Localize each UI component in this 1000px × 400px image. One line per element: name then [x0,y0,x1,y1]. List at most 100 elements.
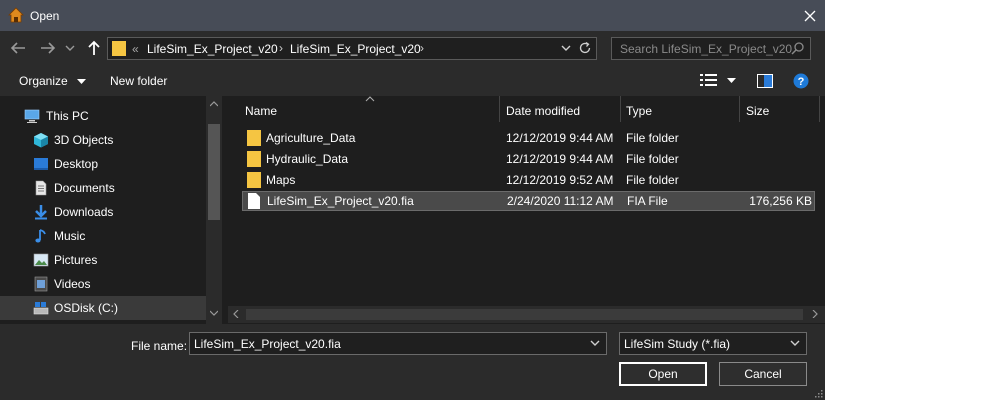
sidebar-item-label: Music [54,229,86,243]
chevron-down-icon [790,340,800,346]
table-row[interactable]: Hydraulic_Data 12/12/2019 9:44 AM File f… [242,149,815,169]
sidebar-item-desktop[interactable]: Desktop [0,152,206,176]
column-header-type[interactable]: Type [621,96,739,124]
breadcrumb-item[interactable]: LifeSim_Ex_Project_v20 [147,42,278,56]
up-button[interactable] [84,39,104,57]
column-header-label: Type [626,104,653,118]
sidebar-item-label: Downloads [54,205,114,219]
sidebar-item-downloads[interactable]: Downloads [0,200,206,224]
file-name: Hydraulic_Data [266,152,349,166]
file-type-filter[interactable]: LifeSim Study (*.fia) [619,332,807,355]
sidebar-item-osdisk[interactable]: OSDisk (C:) [0,296,206,320]
file-name-label: File name: [131,339,188,353]
file-list: Name Date modified Type Size Agriculture… [228,96,825,324]
help-icon[interactable]: ? [793,73,809,89]
file-type: File folder [626,152,679,166]
column-divider[interactable] [819,96,820,122]
organize-label: Organize [19,74,68,88]
file-type: FIA File [627,194,668,208]
command-bar: Organize New folder ? [0,66,825,96]
chevron-down-icon[interactable] [589,337,601,349]
navigation-pane: This PC 3D Objects Desktop Documents Dow… [0,96,222,324]
arrow-right-icon [41,42,56,54]
sidebar-item-pictures[interactable]: Pictures [0,248,206,272]
table-row[interactable]: Maps 12/12/2019 9:52 AM File folder [242,170,815,190]
open-dialog: Open « LifeSim_Ex_Project_v20 › LifeSim_… [0,0,825,400]
sidebar-item-label: Documents [54,181,115,195]
close-icon [804,10,816,21]
new-folder-button[interactable]: New folder [110,74,167,88]
documents-icon [35,180,47,196]
app-icon [8,7,24,23]
column-header-size[interactable]: Size [740,96,820,124]
close-button[interactable] [795,0,825,31]
file-name: Agriculture_Data [266,131,356,145]
resize-grip-icon[interactable] [813,388,823,398]
sidebar-item-label: Desktop [54,157,99,171]
column-header-label: Name [245,104,278,118]
window-title: Open [30,9,60,23]
breadcrumb-item[interactable]: LifeSim_Ex_Project_v20 [290,42,421,56]
column-header-name[interactable]: Name [228,96,499,124]
main-content: This PC 3D Objects Desktop Documents Dow… [0,96,825,324]
file-icon [248,193,260,209]
3d-objects-icon [34,133,48,148]
view-options-button[interactable] [700,73,740,89]
scroll-right-icon[interactable] [812,310,818,318]
organize-button[interactable]: Organize [19,74,87,88]
file-size: 176,256 KB [749,194,812,208]
chevron-down-icon[interactable] [560,42,572,54]
refresh-icon[interactable] [578,41,592,55]
file-name-field[interactable]: LifeSim_Ex_Project_v20.fia [189,332,607,355]
breadcrumb-chevron-icon[interactable]: › [420,41,424,55]
pc-icon [24,109,40,123]
scroll-left-icon[interactable] [233,310,239,318]
cancel-button[interactable]: Cancel [719,362,807,386]
back-button[interactable] [8,39,28,57]
dropdown-triangle-icon [77,78,87,84]
folder-icon [247,151,261,167]
search-placeholder: Search LifeSim_Ex_Project_v20 [620,42,793,56]
breadcrumb-overflow[interactable]: « [132,42,139,56]
scrollbar-thumb[interactable] [208,124,220,220]
dialog-footer: File name: LifeSim_Ex_Project_v20.fia Li… [0,324,825,400]
sidebar-item-documents[interactable]: Documents [0,176,206,200]
forward-button[interactable] [38,39,58,57]
recent-locations-button[interactable] [63,39,77,57]
open-button[interactable]: Open [619,362,707,386]
scroll-up-icon[interactable] [210,101,218,107]
scrollbar-track[interactable] [246,309,803,320]
column-header-label: Date modified [506,104,581,118]
sidebar-item-label: Pictures [54,253,98,267]
table-row-selected[interactable]: LifeSim_Ex_Project_v20.fia 2/24/2020 11:… [242,191,815,211]
horizontal-scrollbar[interactable] [228,306,825,323]
preview-pane-icon[interactable] [757,74,773,88]
table-row[interactable]: Agriculture_Data 12/12/2019 9:44 AM File… [242,128,815,148]
file-date: 2/24/2020 11:12 AM [507,194,614,208]
file-name: Maps [266,173,296,187]
navigation-scrollbar[interactable] [206,96,222,324]
breadcrumb-chevron-icon[interactable]: › [279,41,283,55]
sidebar-item-label: Videos [54,277,91,291]
file-name: LifeSim_Ex_Project_v20.fia [267,194,414,208]
sidebar-item-videos[interactable]: Videos [0,272,206,296]
folder-icon [112,41,126,56]
file-name-value: LifeSim_Ex_Project_v20.fia [194,337,341,351]
file-date: 12/12/2019 9:44 AM [506,152,614,166]
search-input[interactable]: Search LifeSim_Ex_Project_v20 [611,37,811,60]
address-bar[interactable]: « LifeSim_Ex_Project_v20 › LifeSim_Ex_Pr… [107,37,597,60]
sidebar-item-label: OSDisk (C:) [54,301,118,315]
scroll-down-icon[interactable] [210,310,218,316]
sidebar-item-label: 3D Objects [54,133,114,147]
drive-icon [33,302,49,315]
file-type: File folder [626,131,679,145]
search-icon [791,42,804,55]
details-view-icon [700,74,717,86]
arrow-left-icon [10,42,25,54]
sidebar-item-this-pc[interactable]: This PC [0,104,206,128]
sidebar-item-3d-objects[interactable]: 3D Objects [0,128,206,152]
column-header-date[interactable]: Date modified [500,96,620,124]
sidebar-item-music[interactable]: Music [0,224,206,248]
sidebar-item-label: This PC [46,109,89,123]
file-type: File folder [626,173,679,187]
